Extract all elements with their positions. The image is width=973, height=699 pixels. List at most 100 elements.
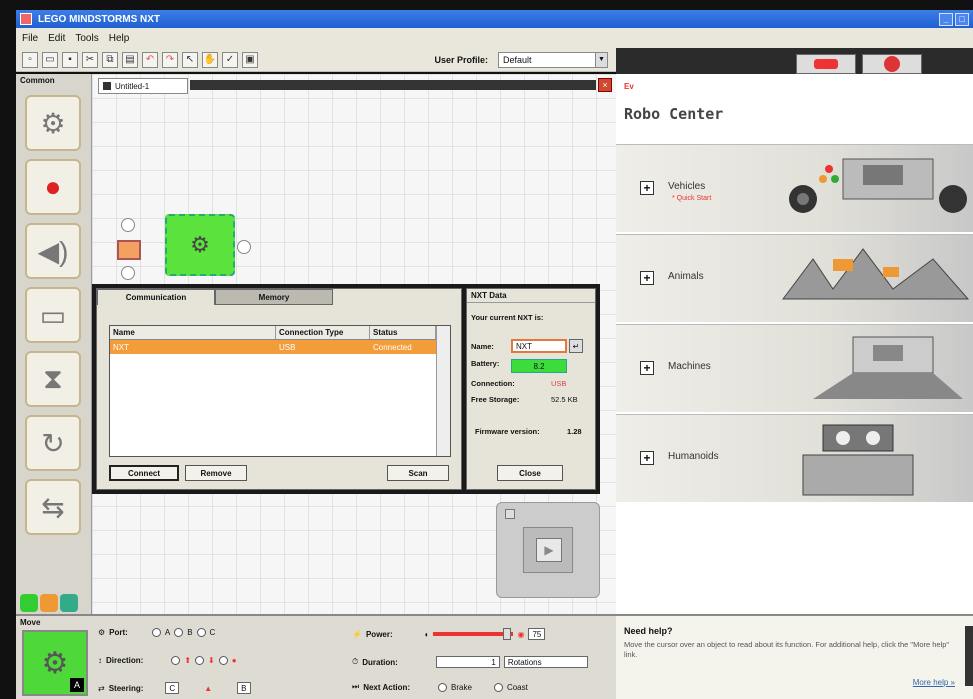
- pan-icon[interactable]: ✋: [202, 51, 218, 68]
- column-status[interactable]: Status: [370, 326, 436, 339]
- expand-icon[interactable]: +: [640, 451, 654, 465]
- direction-label: Direction:: [106, 656, 144, 665]
- port-c-label: C: [209, 628, 216, 637]
- display-block-icon[interactable]: ▭: [25, 287, 81, 343]
- expand-icon[interactable]: +: [640, 361, 654, 375]
- direction-forward-radio[interactable]: [171, 656, 181, 665]
- robo-item-humanoids[interactable]: + Humanoids: [616, 414, 973, 502]
- palette-label: Common: [20, 76, 55, 85]
- robo-item-animals[interactable]: + Animals: [616, 234, 973, 322]
- coast-radio[interactable]: [493, 682, 503, 692]
- open-icon[interactable]: ▭: [42, 51, 58, 68]
- help-scrollbar[interactable]: [965, 626, 973, 686]
- brake-radio[interactable]: [438, 682, 448, 692]
- comment-icon[interactable]: ✓: [222, 51, 238, 68]
- connect-button[interactable]: Connect: [109, 465, 179, 481]
- switch-block-icon[interactable]: ⇆: [25, 479, 81, 535]
- menu-file[interactable]: File: [22, 33, 38, 44]
- loop-block-icon[interactable]: ↻: [25, 415, 81, 471]
- menu-edit[interactable]: Edit: [48, 33, 65, 44]
- menu-help[interactable]: Help: [109, 33, 130, 44]
- power-slider[interactable]: [433, 628, 514, 640]
- palette-tab-common[interactable]: [20, 594, 38, 612]
- record-play-block-icon[interactable]: ●: [25, 159, 81, 215]
- maximize-button[interactable]: □: [955, 12, 969, 26]
- paste-icon[interactable]: ▤: [122, 51, 138, 68]
- pointer-icon[interactable]: ↖: [182, 51, 198, 68]
- port-b-checkbox[interactable]: [174, 628, 184, 637]
- next-action-label: Next Action:: [363, 682, 411, 692]
- sound-block-icon[interactable]: ◀): [25, 223, 81, 279]
- connection-value: USB: [551, 379, 567, 388]
- programming-palette: Common ⚙ ● ◀) ▭ ⧗ ↻ ⇆: [16, 74, 92, 614]
- sequence-end-connector: [121, 266, 135, 280]
- robo-back-link[interactable]: Ev: [624, 82, 965, 91]
- save-icon[interactable]: ▪: [62, 51, 78, 68]
- power-slider-knob[interactable]: [503, 628, 512, 640]
- robo-item-vehicles[interactable]: + Vehicles * Quick Start: [616, 144, 973, 232]
- robo-item-machines[interactable]: + Machines: [616, 324, 973, 412]
- more-help-link[interactable]: More help »: [913, 678, 955, 687]
- close-icon[interactable]: ×: [598, 78, 612, 92]
- table-row[interactable]: NXT USB Connected: [110, 340, 450, 354]
- storage-value: 52.5 KB: [551, 395, 578, 404]
- cut-icon[interactable]: ✂: [82, 51, 98, 68]
- palette-tab-complete[interactable]: [40, 594, 58, 612]
- close-button[interactable]: Close: [497, 465, 563, 481]
- port-a-checkbox[interactable]: [151, 628, 161, 637]
- port-c-checkbox[interactable]: [196, 628, 206, 637]
- robo-item-sub[interactable]: * Quick Start: [672, 195, 711, 202]
- move-block[interactable]: ⚙: [165, 214, 235, 276]
- direction-backward-radio[interactable]: [195, 656, 205, 665]
- port-a-label: A: [164, 628, 171, 637]
- tab-my-portal[interactable]: [862, 54, 922, 74]
- list-scrollbar[interactable]: [436, 326, 450, 456]
- nxt-device-list[interactable]: Name Connection Type Status NXT USB Conn…: [109, 325, 451, 457]
- coast-label: Coast: [506, 682, 528, 692]
- nxt-controller: ▶: [496, 502, 600, 598]
- new-icon[interactable]: ▫: [22, 51, 38, 68]
- direction-row: ↕ Direction: ⬆ ⬇ ●: [98, 656, 237, 665]
- steering-left-select[interactable]: C: [165, 682, 180, 694]
- profile-select[interactable]: Default ▼: [498, 51, 608, 68]
- dialog-tabs: Communication Memory: [97, 289, 461, 305]
- undo-icon[interactable]: ↶: [142, 51, 158, 68]
- tab-robo-center[interactable]: [796, 54, 856, 74]
- duration-input[interactable]: 1: [435, 656, 500, 668]
- nxt-name-field[interactable]: NXT: [511, 339, 567, 353]
- steering-slider-icon[interactable]: ▲: [183, 684, 233, 693]
- move-block-icon[interactable]: ⚙: [25, 95, 81, 151]
- redo-icon[interactable]: ↷: [162, 51, 178, 68]
- robo-item-label: Humanoids: [668, 451, 719, 462]
- rename-button[interactable]: ↵: [569, 339, 583, 353]
- power-label: Power:: [365, 629, 393, 639]
- remove-button[interactable]: Remove: [185, 465, 247, 481]
- program-sequence: ⚙: [117, 214, 257, 284]
- minimize-button[interactable]: _: [939, 12, 953, 26]
- wait-block-icon[interactable]: ⧗: [25, 351, 81, 407]
- power-input[interactable]: 75: [528, 628, 546, 640]
- palette-tab-custom[interactable]: [60, 594, 78, 612]
- custom-palette-icon[interactable]: ▣: [242, 51, 258, 68]
- column-name[interactable]: Name: [110, 326, 276, 339]
- brake-label: Brake: [451, 682, 472, 692]
- upload-icon[interactable]: [505, 509, 515, 519]
- duration-unit-select[interactable]: Rotations: [503, 656, 588, 668]
- steering-right-select[interactable]: B: [237, 682, 251, 694]
- nxt-data-panel: NXT Data Your current NXT is: Name: NXT …: [466, 288, 596, 490]
- tab-communication[interactable]: Communication: [97, 289, 215, 305]
- document-tab[interactable]: Untitled-1: [98, 78, 188, 94]
- column-connection-type[interactable]: Connection Type: [276, 326, 370, 339]
- config-block-label: Move: [20, 618, 41, 627]
- expand-icon[interactable]: +: [640, 271, 654, 285]
- scan-button[interactable]: Scan: [387, 465, 449, 481]
- copy-icon[interactable]: ⧉: [102, 51, 118, 68]
- tab-memory[interactable]: Memory: [215, 289, 333, 305]
- sequence-beam-start[interactable]: [117, 240, 141, 260]
- direction-stop-radio[interactable]: [218, 656, 228, 665]
- play-icon[interactable]: ▶: [536, 538, 562, 562]
- row-connection: USB: [279, 342, 296, 352]
- expand-icon[interactable]: +: [640, 181, 654, 195]
- menu-tools[interactable]: Tools: [75, 33, 98, 44]
- steering-row: ⇄ Steering: C ▲ B: [98, 682, 251, 694]
